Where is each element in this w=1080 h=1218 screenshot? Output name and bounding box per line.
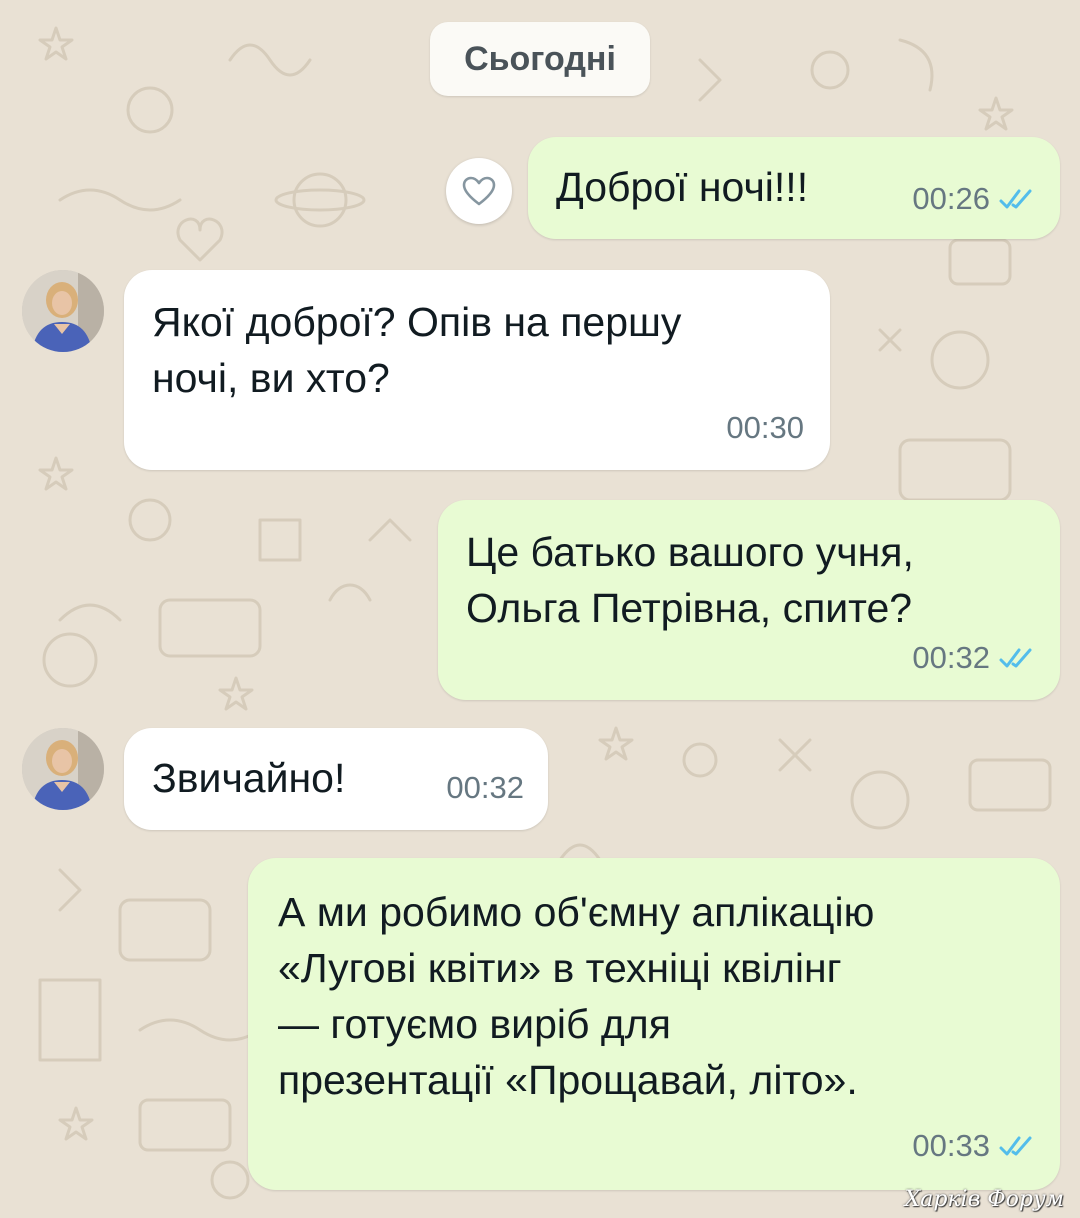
message-time: 00:30 [726,410,804,445]
reaction-button[interactable] [446,158,512,224]
watermark: Харків Форум [904,1187,1064,1212]
message-text: Звичайно! [152,755,346,801]
message-bubble-incoming[interactable]: Якої доброї? Опів на першу ночі, ви хто?… [124,270,830,470]
message-time: 00:32 [912,640,990,675]
message-meta: 00:26 [912,171,1036,227]
message-time: 00:26 [912,181,990,216]
contact-photo [22,728,104,810]
date-separator: Сьогодні [430,22,650,96]
message-text: Доброї ночі!!! [556,164,809,210]
message-meta: 00:30 [726,400,804,456]
message-time: 00:32 [446,770,524,805]
contact-avatar[interactable] [22,728,104,810]
contact-avatar[interactable] [22,270,104,352]
message-text: А ми робимо об'ємну аплікацію «Лугові кв… [278,889,875,1103]
message-meta: 00:32 [446,760,524,816]
double-check-read-icon [999,648,1032,668]
message-bubble-outgoing[interactable]: Доброї ночі!!! 00:26 [528,137,1060,239]
message-bubble-outgoing[interactable]: А ми робимо об'ємну аплікацію «Лугові кв… [248,858,1060,1190]
message-text: Якої доброї? Опів на першу ночі, ви хто? [152,299,682,401]
message-meta: 00:32 [912,630,1036,686]
double-check-read-icon [999,1136,1032,1156]
double-check-read-icon [999,189,1032,209]
message-bubble-incoming[interactable]: Звичайно! 00:32 [124,728,548,830]
message-meta: 00:33 [912,1118,1036,1174]
message-text: Це батько вашого учня, Ольга Петрівна, с… [466,529,914,631]
contact-photo [22,270,104,352]
message-time: 00:33 [912,1128,990,1163]
message-bubble-outgoing[interactable]: Це батько вашого учня, Ольга Петрівна, с… [438,500,1060,700]
heart-outline-icon [462,176,496,206]
